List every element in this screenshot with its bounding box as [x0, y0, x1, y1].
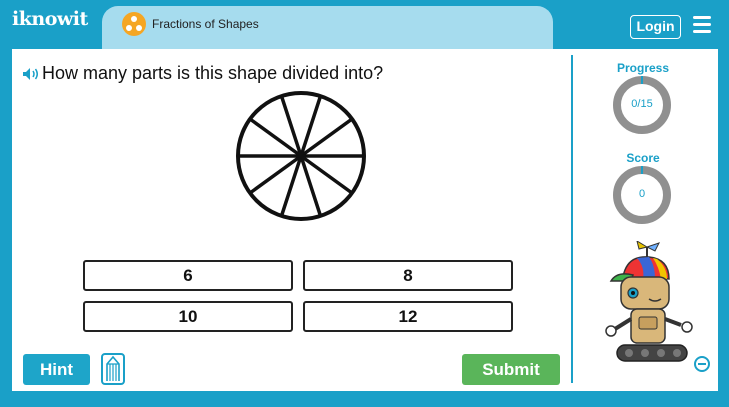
hamburger-icon[interactable]	[693, 16, 711, 34]
divided-circle-shape	[236, 91, 366, 221]
topic-tab: Fractions of Shapes	[102, 6, 553, 50]
robot-mascot	[605, 241, 693, 362]
speaker-icon[interactable]	[22, 67, 39, 81]
score-label: Score	[626, 151, 660, 165]
answer-option-4[interactable]: 12	[303, 301, 513, 332]
pencil-icon[interactable]	[101, 353, 125, 385]
login-button[interactable]: Login	[630, 15, 681, 39]
submit-button[interactable]: Submit	[462, 354, 560, 385]
sidebar-divider	[571, 55, 573, 383]
score-ring: 0	[613, 166, 671, 224]
logo-text: iknowit	[12, 8, 88, 30]
hint-button[interactable]: Hint	[23, 354, 90, 385]
answer-option-2[interactable]: 8	[303, 260, 513, 291]
answer-option-3[interactable]: 10	[83, 301, 293, 332]
progress-value: 0/15	[631, 98, 653, 110]
question-row: How many parts is this shape divided int…	[22, 63, 383, 84]
fractions-icon	[122, 12, 146, 36]
answer-option-1[interactable]: 6	[83, 260, 293, 291]
progress-ring: 0/15	[613, 76, 671, 134]
question-panel: How many parts is this shape divided int…	[12, 49, 718, 391]
expand-icon[interactable]	[694, 356, 710, 372]
question-text: How many parts is this shape divided int…	[42, 63, 384, 83]
topic-title: Fractions of Shapes	[152, 17, 259, 31]
iknowit-logo[interactable]: iknowit	[12, 8, 90, 42]
score-value: 0	[638, 188, 646, 200]
progress-label: Progress	[616, 61, 670, 75]
